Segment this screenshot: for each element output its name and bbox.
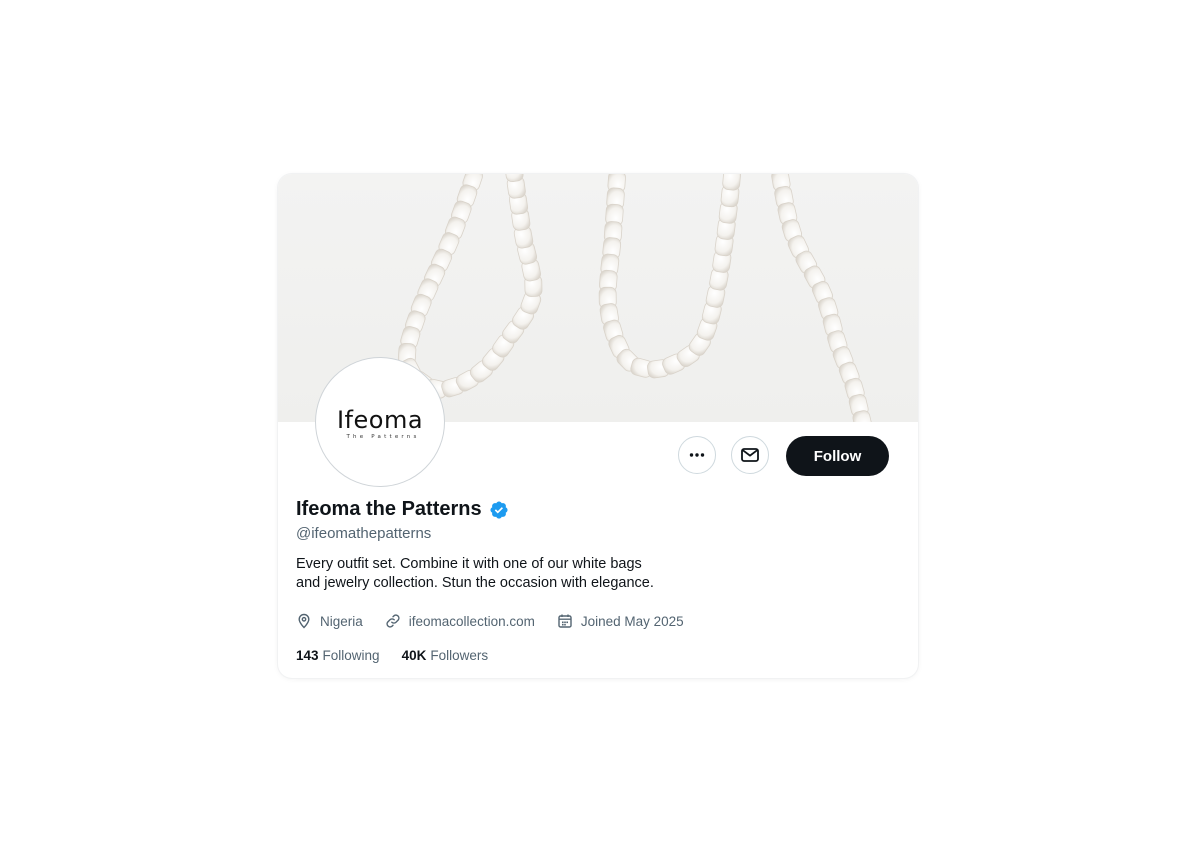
verified-badge-icon <box>490 500 508 519</box>
followers-stat[interactable]: 40K Followers <box>402 648 489 663</box>
followers-count: 40K <box>401 648 427 663</box>
profile-handle: @ifeomathepatterns <box>296 525 432 542</box>
link-icon <box>386 614 400 628</box>
profile-bio: Every outfit set. Combine it with one of… <box>296 556 654 591</box>
more-options-button[interactable] <box>678 436 716 474</box>
profile-avatar[interactable]: Ifeoma The Patterns <box>315 357 445 487</box>
bead <box>722 174 741 191</box>
profile-stats: 143 Following 40K Followers <box>296 648 510 663</box>
profile-card: Ifeoma The Patterns Follow Ifeoma the Pa… <box>278 174 918 678</box>
website-link[interactable]: ifeomacollection.com <box>409 614 535 629</box>
mail-icon <box>741 448 759 462</box>
profile-meta: Nigeria ifeomacollection.com Joined May … <box>296 613 706 629</box>
followers-label: Followers <box>430 648 489 663</box>
calendar-icon <box>558 614 572 628</box>
location-pin-icon <box>298 613 310 629</box>
message-button[interactable] <box>731 436 769 474</box>
location-text: Nigeria <box>320 613 363 629</box>
name-row: Ifeoma the Patterns <box>296 498 509 521</box>
location-item: Nigeria <box>296 613 363 629</box>
avatar-subtitle: The Patterns <box>346 434 420 440</box>
joined-item: Joined May 2025 <box>557 613 684 629</box>
follow-button[interactable]: Follow <box>786 436 889 476</box>
joined-text: Joined May 2025 <box>580 613 684 629</box>
more-horizontal-icon <box>689 453 705 457</box>
avatar-wordmark: Ifeoma <box>336 406 424 434</box>
following-label: Following <box>322 648 380 663</box>
following-stat[interactable]: 143 Following <box>296 648 380 663</box>
website-item[interactable]: ifeomacollection.com <box>385 613 535 629</box>
display-name: Ifeoma the Patterns <box>296 498 482 520</box>
following-count: 143 <box>296 648 319 663</box>
